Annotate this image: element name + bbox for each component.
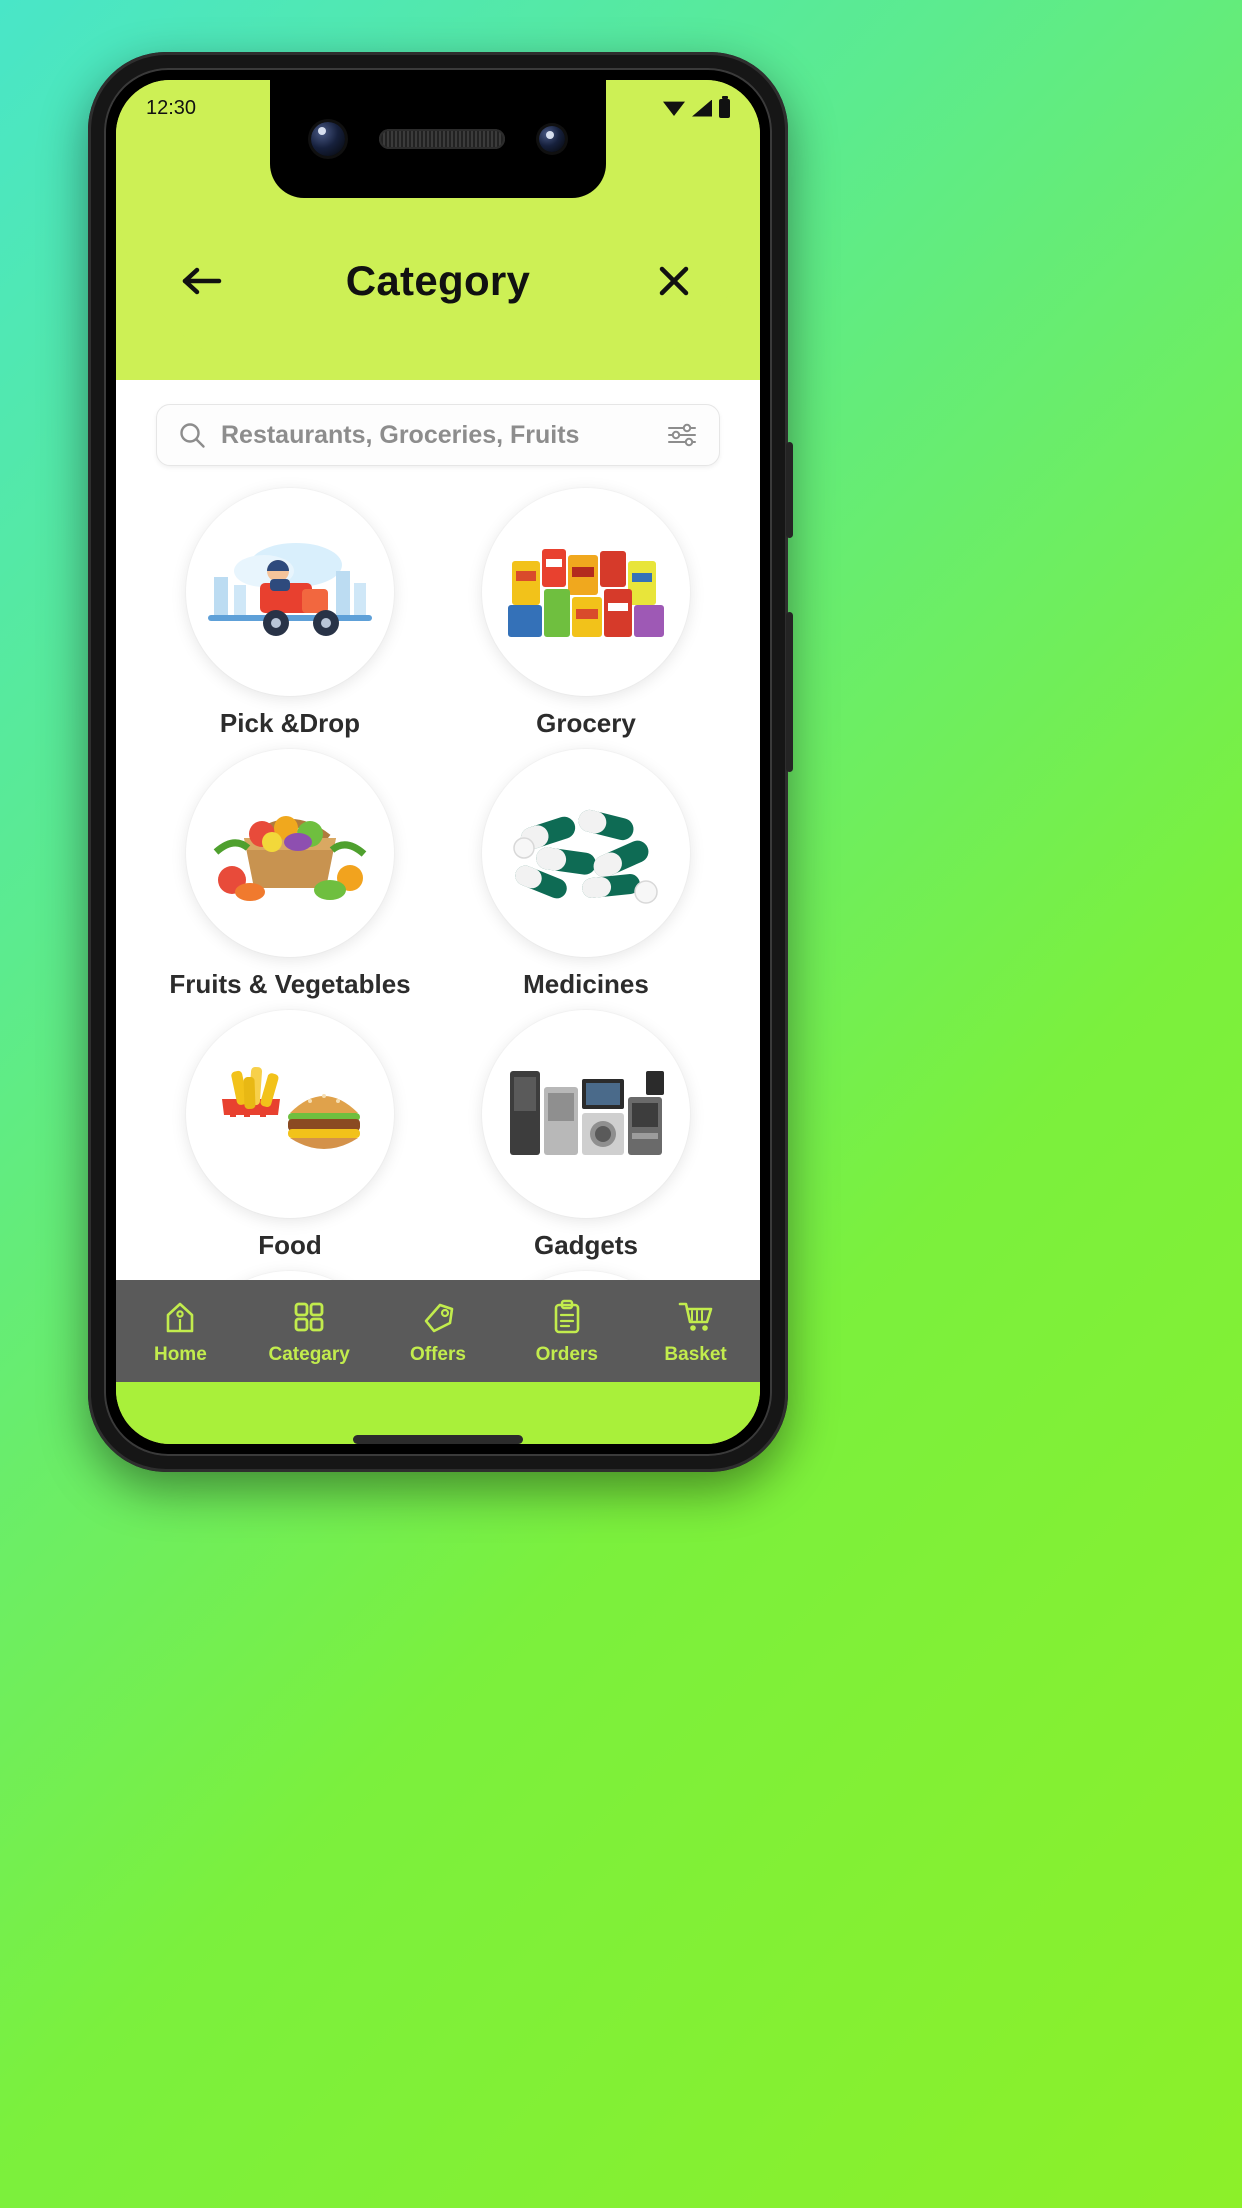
phone-device: 12:30 Category Restaurants, Groceries, F… (88, 52, 793, 1472)
page-title: Category (345, 257, 531, 304)
vegetable-basket-photo (186, 749, 394, 957)
category-label: Gadgets (533, 1230, 639, 1260)
nav-item-orders[interactable]: Orders (507, 1297, 627, 1366)
category-item: Medicines (438, 749, 734, 1000)
burger-fries-photo (186, 1010, 394, 1218)
nav-item-offers[interactable]: Offers (378, 1297, 498, 1366)
status-time: 12:30 (146, 96, 197, 119)
category-label: Grocery (536, 708, 636, 738)
search-icon (180, 423, 205, 448)
search-input[interactable]: Restaurants, Groceries, Fruits (221, 421, 651, 450)
nav-item-category[interactable]: Categary (249, 1297, 369, 1366)
category-item[interactable]: Gadgets (438, 1010, 734, 1261)
home-appliances-photo (482, 1010, 690, 1218)
status-bar: 12:30 (116, 80, 760, 136)
nav-item-basket[interactable]: Basket (636, 1297, 756, 1366)
signal-icon (692, 99, 712, 117)
status-icon-group (663, 95, 730, 118)
search-bar[interactable]: Restaurants, Groceries, Fruits (156, 404, 720, 466)
nav-label: Basket (664, 1343, 727, 1365)
back-button[interactable] (174, 253, 230, 309)
category-label: Pick &Drop (219, 708, 361, 738)
category-item[interactable]: Fruits & Vegetables (142, 749, 438, 1000)
volume-button[interactable] (786, 612, 793, 772)
home-icon (167, 1302, 194, 1332)
phone-screen: 12:30 Category Restaurants, Groceries, F… (116, 80, 760, 1444)
category-label: Food (258, 1230, 322, 1260)
makeup-products-photo (482, 1271, 690, 1280)
category-item[interactable]: Cosmetics (438, 1271, 734, 1280)
cleaning-products-photo (186, 1271, 394, 1280)
header-bar: Category (116, 248, 760, 314)
pills-capsules-photo (482, 749, 690, 957)
phone-bezel: 12:30 Category Restaurants, Groceries, F… (104, 68, 772, 1456)
nav-label: Orders (535, 1343, 598, 1365)
bottom-navigation: Home Categary Offers Orders Basket (116, 1280, 760, 1382)
arrow-left-icon (182, 267, 222, 295)
nav-label: Home (153, 1343, 207, 1365)
power-button[interactable] (786, 442, 793, 538)
grid-icon (294, 1302, 324, 1331)
category-label: Medicines (523, 969, 649, 999)
cart-icon (678, 1302, 712, 1331)
phone-bottom-speaker (353, 1435, 523, 1444)
delivery-scooter-illustration (186, 488, 394, 696)
category-item[interactable]: Grocery (438, 488, 734, 739)
battery-icon (719, 95, 730, 118)
category-item[interactable]: Food (142, 1010, 438, 1261)
tag-icon (424, 1303, 454, 1332)
content-area: Restaurants, Groceries, Fruits Pick &Dro… (116, 380, 760, 1280)
category-grid: Pick &Drop Grocery Fruits & Vegetables M… (116, 488, 760, 1280)
close-button[interactable] (646, 253, 702, 309)
grocery-packets-photo (482, 488, 690, 696)
nav-label: Offers (410, 1343, 466, 1365)
close-icon (659, 266, 689, 296)
category-label: Fruits & Vegetables (169, 969, 411, 999)
clipboard-icon (554, 1299, 580, 1333)
nav-item-home[interactable]: Home (120, 1297, 240, 1366)
category-item[interactable]: Pick &Drop (142, 488, 438, 739)
nav-label: Categary (268, 1343, 350, 1365)
category-item[interactable]: Pet Supply (142, 1271, 438, 1280)
filter-sliders-icon[interactable] (665, 420, 699, 450)
wifi-icon (663, 101, 685, 116)
